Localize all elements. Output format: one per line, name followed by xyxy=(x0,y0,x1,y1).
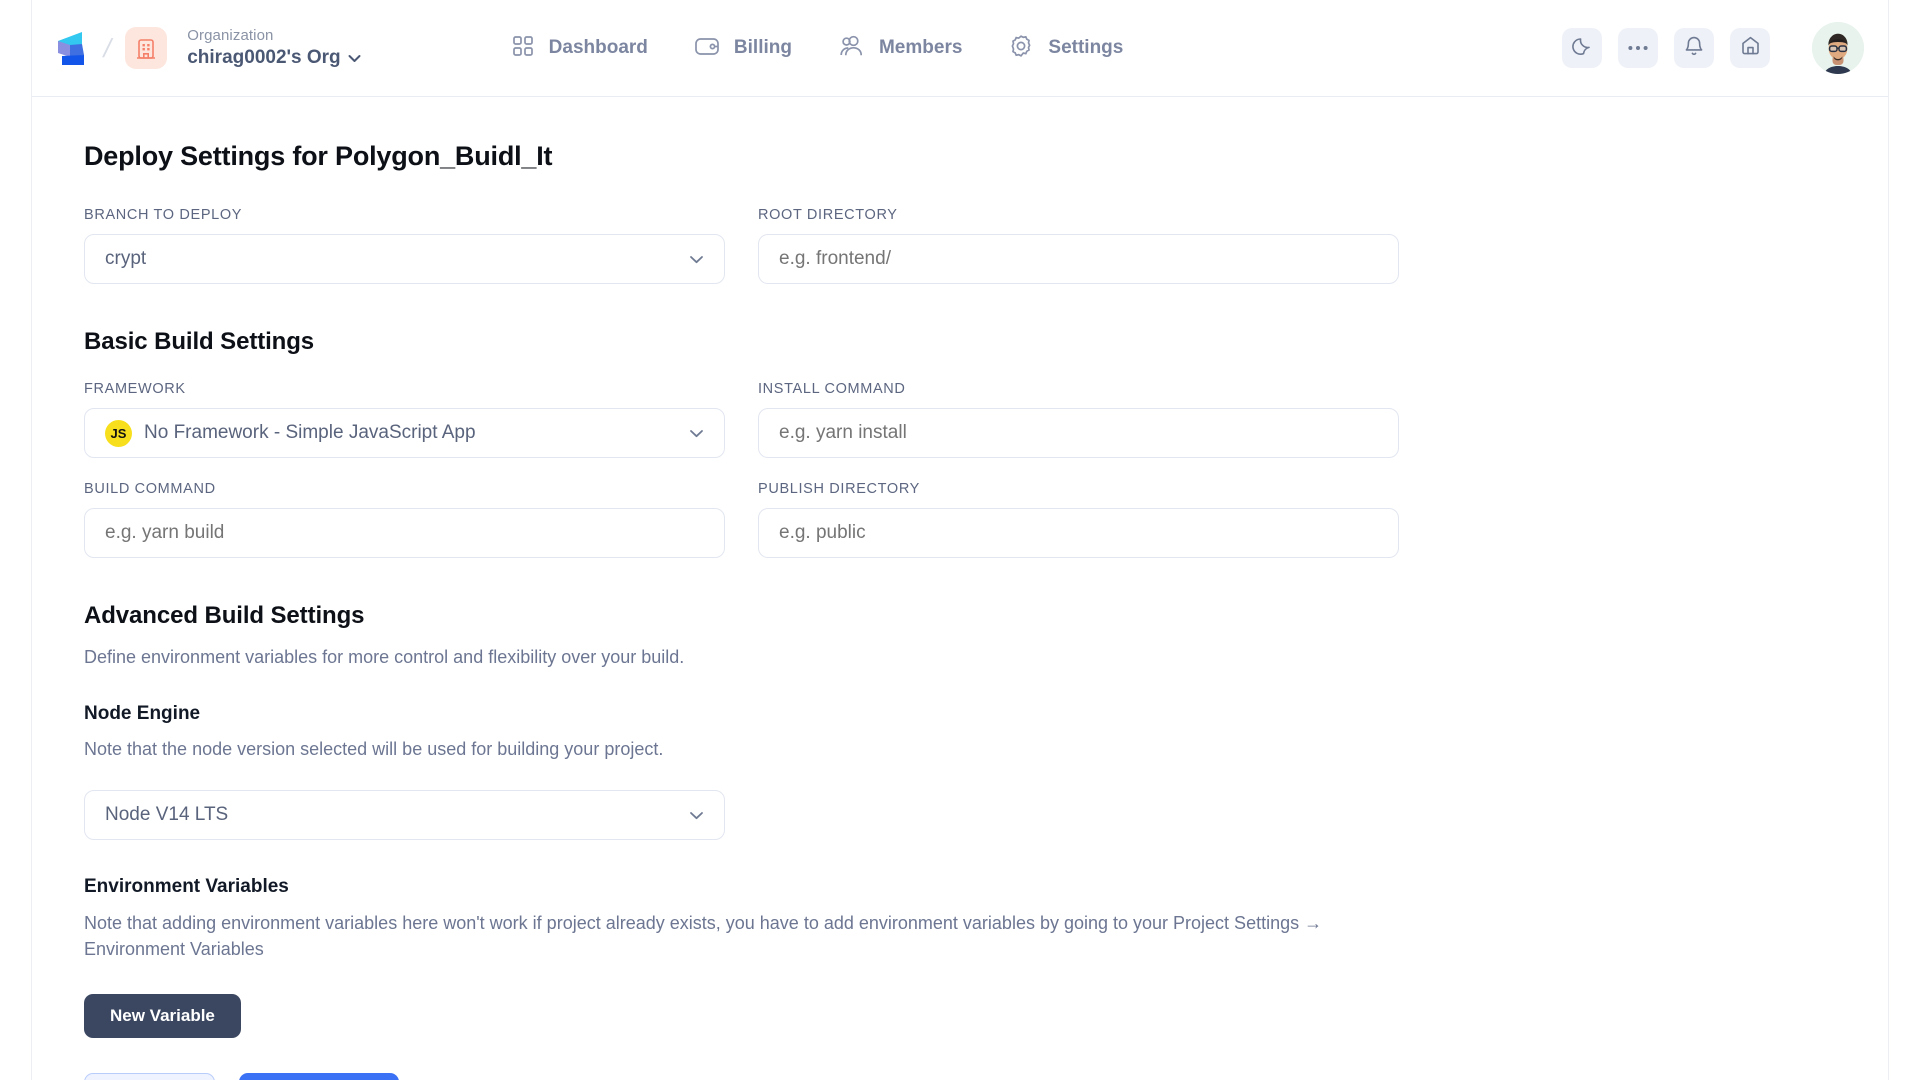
build-command-label: BUILD COMMAND xyxy=(84,481,216,497)
install-command-input[interactable] xyxy=(758,408,1399,458)
deploy-settings-page: Deploy Settings for Polygon_Buidl_It BRA… xyxy=(32,97,1888,1080)
node-engine-select[interactable]: Node V14 LTS xyxy=(84,790,725,841)
branch-label: BRANCH TO DEPLOY xyxy=(84,207,243,223)
back-button[interactable]: Back xyxy=(84,1073,215,1080)
environment-variables-heading: Environment Variables xyxy=(84,876,289,898)
page-title: Deploy Settings for Polygon_Buidl_It xyxy=(84,141,553,171)
branch-select[interactable]: crypt xyxy=(84,234,725,284)
publish-directory-label: PUBLISH DIRECTORY xyxy=(758,481,920,497)
advanced-build-description: Define environment variables for more co… xyxy=(84,647,685,667)
avatar[interactable] xyxy=(1812,22,1864,74)
nav-label-billing: Billing xyxy=(733,37,792,58)
root-directory-label: ROOT DIRECTORY xyxy=(758,207,898,223)
chevron-down-icon xyxy=(689,252,704,267)
branch-root-row: BRANCH TO DEPLOY crypt ROOT DIRECTORY xyxy=(84,207,1888,284)
deploy-button[interactable]: Deploy xyxy=(239,1073,400,1080)
org-name: chirag0002's Org xyxy=(187,47,361,69)
build-command-field-group: BUILD COMMAND xyxy=(84,481,725,558)
node-engine-value: Node V14 LTS xyxy=(105,804,229,826)
app-root: / Organization chirag0002's Org Dashboar… xyxy=(0,0,1920,1080)
chevron-down-icon xyxy=(689,808,704,823)
node-engine-description: Note that the node version selected will… xyxy=(84,739,664,760)
grid-icon xyxy=(511,34,535,63)
nav-item-dashboard[interactable]: Dashboard xyxy=(511,34,648,63)
publish-directory-input[interactable] xyxy=(758,508,1399,558)
org-name-text: chirag0002's Org xyxy=(187,47,341,68)
publish-directory-field-group: PUBLISH DIRECTORY xyxy=(758,481,1399,558)
nav-label-settings: Settings xyxy=(1048,37,1124,58)
basic-build-heading: Basic Build Settings xyxy=(84,328,315,355)
branch-field-group: BRANCH TO DEPLOY crypt xyxy=(84,207,725,284)
build-command-input[interactable] xyxy=(84,508,725,558)
dark-mode-toggle[interactable] xyxy=(1562,28,1602,68)
environment-variables-description: Note that adding environment variables h… xyxy=(84,913,1323,960)
gear-icon xyxy=(1008,33,1034,64)
header-actions xyxy=(1562,22,1864,74)
root-directory-input[interactable] xyxy=(758,234,1399,284)
nav-item-settings[interactable]: Settings xyxy=(1008,33,1123,64)
breadcrumb: / Organization chirag0002's Org xyxy=(52,27,361,69)
logo-icon[interactable] xyxy=(52,28,90,68)
nav-label-members: Members xyxy=(878,37,963,58)
advanced-build-heading: Advanced Build Settings xyxy=(84,602,365,629)
install-command-label: INSTALL COMMAND xyxy=(758,381,906,397)
chevron-down-icon[interactable] xyxy=(348,54,361,63)
moon-icon xyxy=(1571,35,1593,61)
branch-value: crypt xyxy=(105,248,147,269)
main-nav: Dashboard Billing Members Settings xyxy=(511,33,1123,64)
right-rail xyxy=(1888,0,1920,1080)
wallet-icon xyxy=(694,35,720,62)
org-label: Organization xyxy=(187,27,274,44)
more-options-button[interactable] xyxy=(1618,28,1658,68)
framework-label: FRAMEWORK xyxy=(84,381,186,397)
building-icon xyxy=(125,27,168,69)
chevron-down-icon xyxy=(689,426,704,441)
javascript-icon: JS xyxy=(105,419,132,447)
bell-icon xyxy=(1684,35,1704,62)
build-publish-row: BUILD COMMAND PUBLISH DIRECTORY xyxy=(84,481,1888,558)
form-footer-actions: Back Deploy xyxy=(84,1073,1888,1080)
nav-label-dashboard: Dashboard xyxy=(548,37,648,58)
new-variable-button[interactable]: New Variable xyxy=(84,994,241,1039)
org-switcher[interactable]: Organization chirag0002's Org xyxy=(187,27,361,69)
ellipsis-icon xyxy=(1627,39,1649,57)
root-directory-field-group: ROOT DIRECTORY xyxy=(758,207,1399,284)
install-command-field-group: INSTALL COMMAND xyxy=(758,381,1399,458)
framework-value: No Framework - Simple JavaScript App xyxy=(144,422,476,443)
top-header: / Organization chirag0002's Org Dashboar… xyxy=(32,0,1888,97)
left-rail xyxy=(0,0,32,1080)
home-button[interactable] xyxy=(1730,28,1770,68)
breadcrumb-separator: / xyxy=(100,33,115,63)
framework-select[interactable]: JS No Framework - Simple JavaScript App xyxy=(84,408,725,458)
notifications-button[interactable] xyxy=(1674,28,1714,68)
users-icon xyxy=(838,35,865,62)
node-engine-heading: Node Engine xyxy=(84,703,201,725)
home-icon xyxy=(1740,35,1761,61)
nav-item-billing[interactable]: Billing xyxy=(694,35,792,62)
framework-field-group: FRAMEWORK JS No Framework - Simple JavaS… xyxy=(84,381,725,458)
framework-install-row: FRAMEWORK JS No Framework - Simple JavaS… xyxy=(84,381,1888,458)
nav-item-members[interactable]: Members xyxy=(838,35,962,62)
